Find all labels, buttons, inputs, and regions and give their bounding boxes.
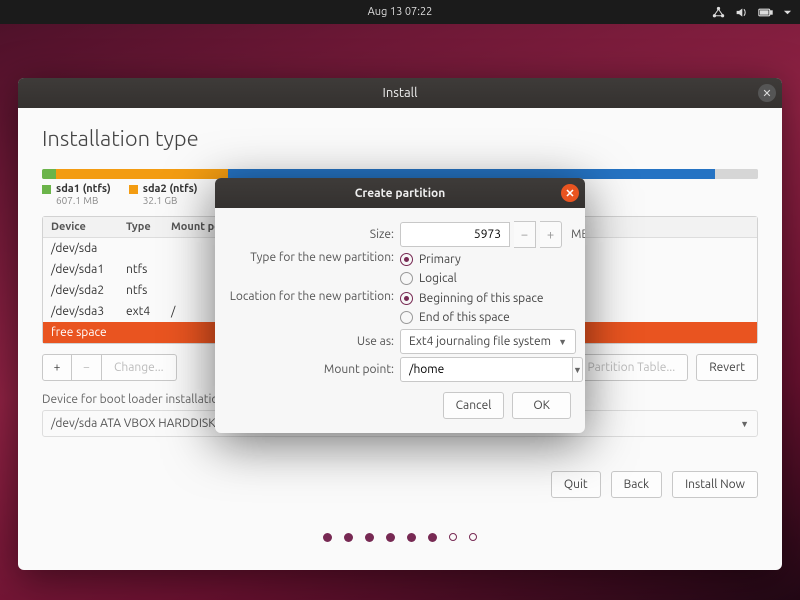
chevron-down-icon: ▼	[740, 419, 749, 429]
use-as-select[interactable]: Ext4 journaling file system ▼	[400, 329, 576, 354]
remove-partition-button[interactable]: −	[72, 354, 102, 381]
radio-logical[interactable]: Logical	[400, 272, 571, 285]
progress-dots	[18, 533, 782, 542]
mount-point-input[interactable]	[400, 357, 573, 382]
step-dot	[323, 533, 332, 542]
step-dot	[386, 533, 395, 542]
ok-button[interactable]: OK	[512, 392, 571, 419]
clock: Aug 13 07:22	[368, 6, 433, 18]
step-dot	[428, 533, 437, 542]
size-input[interactable]	[400, 222, 510, 247]
usage-segment	[715, 169, 758, 179]
battery-icon[interactable]	[758, 6, 773, 19]
step-dot	[469, 533, 477, 541]
install-now-button[interactable]: Install Now	[672, 471, 758, 498]
window-title: Install	[383, 86, 418, 100]
chevron-down-icon[interactable]	[783, 8, 792, 17]
dialog-close-button[interactable]: ✕	[561, 184, 579, 202]
dialog-title: Create partition	[355, 187, 446, 200]
add-partition-button[interactable]: +	[42, 354, 72, 381]
size-decrement-button[interactable]: −	[514, 221, 536, 248]
change-partition-button[interactable]: Change...	[102, 354, 177, 381]
legend-item: sda1 (ntfs)607.1 MB	[42, 183, 111, 206]
usage-segment	[56, 169, 228, 179]
radio-end[interactable]: End of this space	[400, 311, 571, 324]
top-menu-bar: Aug 13 07:22	[0, 0, 800, 24]
step-dot	[344, 533, 353, 542]
size-unit: MB	[571, 228, 585, 241]
revert-button[interactable]: Revert	[696, 354, 758, 381]
radio-beginning[interactable]: Beginning of this space	[400, 292, 571, 305]
step-dot	[449, 533, 457, 541]
step-dot	[365, 533, 374, 542]
page-heading: Installation type	[42, 126, 758, 151]
window-close-button[interactable]: ✕	[758, 84, 776, 102]
cancel-button[interactable]: Cancel	[443, 392, 505, 419]
location-label: Location for the new partition:	[229, 290, 394, 303]
legend-swatch	[42, 185, 51, 194]
mount-point-dropdown-button[interactable]: ▼	[573, 357, 583, 382]
volume-icon[interactable]	[735, 6, 748, 19]
size-label: Size:	[229, 228, 394, 241]
partition-type-label: Type for the new partition:	[229, 251, 394, 264]
chevron-down-icon: ▼	[558, 337, 567, 347]
network-icon[interactable]	[712, 6, 725, 19]
usage-segment	[658, 169, 715, 179]
mount-point-label: Mount point:	[229, 363, 394, 376]
size-increment-button[interactable]: +	[540, 221, 562, 248]
usage-segment	[42, 169, 56, 179]
wizard-footer: Quit Back Install Now	[551, 471, 758, 498]
system-tray	[712, 6, 792, 19]
radio-primary[interactable]: Primary	[400, 253, 571, 266]
dialog-titlebar: Create partition ✕	[215, 178, 585, 208]
quit-button[interactable]: Quit	[551, 471, 601, 498]
use-as-label: Use as:	[229, 335, 394, 348]
window-titlebar: Install ✕	[18, 78, 782, 108]
legend-swatch	[129, 185, 138, 194]
back-button[interactable]: Back	[611, 471, 662, 498]
step-dot	[407, 533, 416, 542]
legend-item: sda2 (ntfs)32.1 GB	[129, 183, 198, 206]
create-partition-dialog: Create partition ✕ Size: − + MB Type for…	[215, 178, 585, 433]
